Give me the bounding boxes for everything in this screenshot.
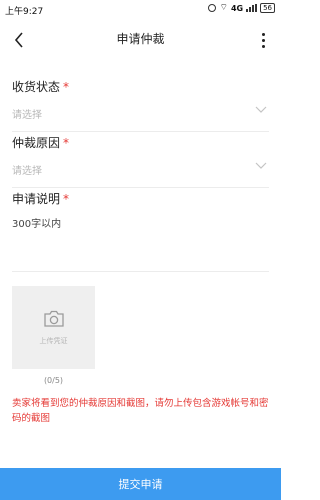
network-type: 4G	[230, 3, 244, 13]
reason-select[interactable]: 请选择	[12, 159, 269, 179]
reason-field: 仲裁原因 * 请选择	[12, 134, 269, 188]
status-bar: 上午9:27 ⌔ 4G 56	[0, 0, 281, 20]
page-title: 申请仲裁	[116, 32, 165, 46]
upload-label: 上传凭证	[39, 336, 68, 345]
wifi-icon: ⌔	[219, 2, 228, 13]
upload-proof-button[interactable]: 上传凭证	[12, 286, 95, 369]
required-mark: *	[63, 192, 70, 206]
goods-status-field: 收货状态 * 请选择	[12, 78, 269, 132]
divider	[12, 187, 269, 188]
reason-placeholder: 请选择	[12, 166, 42, 177]
submit-button[interactable]: 提交申请	[0, 468, 281, 500]
required-mark: *	[63, 80, 70, 94]
required-mark: *	[63, 136, 70, 150]
description-label: 申请说明 *	[12, 192, 70, 206]
chevron-down-icon	[255, 162, 267, 169]
divider	[12, 271, 269, 272]
description-placeholder: 300字以内	[12, 219, 62, 230]
reason-label: 仲裁原因 *	[12, 136, 70, 150]
description-textarea[interactable]: 300字以内	[12, 215, 269, 257]
more-menu-button[interactable]	[257, 29, 269, 51]
more-dot-icon	[261, 32, 265, 36]
battery-indicator: 56	[260, 3, 275, 13]
goods-status-select[interactable]: 请选择	[12, 103, 269, 123]
more-dot-icon	[261, 44, 265, 48]
chevron-down-icon	[255, 106, 267, 113]
description-field: 申请说明 * 300字以内	[12, 190, 269, 272]
status-icons: ⌔ 4G 56	[208, 3, 275, 13]
divider	[12, 131, 269, 132]
signal-icon	[246, 4, 258, 12]
status-time: 上午9:27	[5, 7, 44, 17]
goods-status-placeholder: 请选择	[12, 110, 42, 121]
nav-bar: 申请仲裁	[0, 20, 281, 60]
more-dot-icon	[261, 38, 265, 42]
camera-icon	[43, 310, 64, 327]
warning-notice: 卖家将看到您的仲裁原因和截图，请勿上传包含游戏帐号和密码的截图	[12, 398, 269, 424]
alarm-icon	[208, 4, 217, 12]
goods-status-label: 收货状态 *	[12, 80, 70, 94]
upload-count: (0/5)	[43, 376, 64, 385]
